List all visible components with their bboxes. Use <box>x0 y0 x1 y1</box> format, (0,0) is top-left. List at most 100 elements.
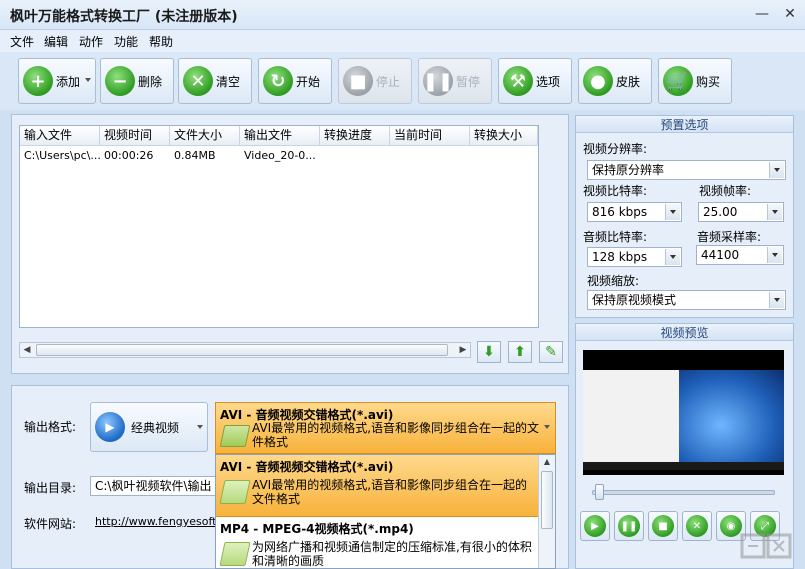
apple-icon: ● <box>583 66 613 96</box>
stop-button[interactable]: ■ 停止 <box>338 58 412 104</box>
tools-icon: ⚒ <box>503 66 533 96</box>
column-header[interactable]: 转换大小 <box>470 126 538 146</box>
options-button[interactable]: ⚒ 选项 <box>498 58 572 104</box>
chevron-down-icon[interactable] <box>665 204 680 220</box>
video-bitrate-value: 816 kbps <box>592 205 648 219</box>
refresh-icon: ↻ <box>263 66 293 96</box>
pause-button[interactable]: ❚❚ 暂停 <box>418 58 492 104</box>
clear-button[interactable]: ✕ 清空 <box>178 58 252 104</box>
table-cell[interactable]: 00:00:26 <box>100 148 170 164</box>
buy-label: 购买 <box>696 74 721 89</box>
menu-action[interactable]: 动作 <box>79 33 103 50</box>
list-item[interactable]: AVI - 音频视频交错格式(*.avi) AVI最常用的视频格式,语音和影像同… <box>216 455 538 517</box>
menu-file[interactable]: 文件 <box>10 33 34 50</box>
buy-button[interactable]: 🛒 购买 <box>658 58 732 104</box>
watermark-logo-icon <box>740 533 792 559</box>
vertical-scrollbar[interactable]: ▲ <box>538 455 555 568</box>
column-header[interactable]: 文件大小 <box>170 126 240 146</box>
column-header[interactable]: 输出文件 <box>240 126 320 146</box>
scroll-left-icon[interactable]: ◀ <box>20 343 34 357</box>
menu-bar: 文件 编辑 动作 功能 帮助 <box>0 30 805 52</box>
framerate-select[interactable]: 25.00 <box>698 202 784 222</box>
preset-title: 预置选项 <box>576 116 793 133</box>
options-label: 选项 <box>536 74 561 89</box>
mute-icon: ✕ <box>686 515 708 537</box>
move-up-button[interactable]: ⬆ <box>508 341 532 363</box>
scroll-right-icon[interactable]: ▶ <box>456 343 470 357</box>
table-cell[interactable]: 0.84MB <box>170 148 240 164</box>
stop-label: 停止 <box>376 74 401 89</box>
delete-button[interactable]: − 删除 <box>100 58 174 104</box>
column-header[interactable]: 视频时间 <box>100 126 170 146</box>
scroll-up-icon[interactable]: ▲ <box>539 455 555 469</box>
scale-select[interactable]: 保持原视频模式 <box>587 290 786 310</box>
format-select[interactable]: AVI - 音频视频交错格式(*.avi) AVI最常用的视频格式,语音和影像同… <box>215 402 556 454</box>
menu-edit[interactable]: 编辑 <box>44 33 68 50</box>
list-item[interactable]: MP4 - MPEG-4视频格式(*.mp4) 为网络广播和视频通信制定的压缩标… <box>216 517 538 568</box>
menu-function[interactable]: 功能 <box>114 33 138 50</box>
preview-window-thumbnail <box>583 370 679 462</box>
format-title: AVI - 音频视频交错格式(*.avi) <box>220 460 394 474</box>
minimize-button[interactable]: — <box>752 4 772 24</box>
pause-preview-button[interactable]: ❚❚ <box>614 511 644 541</box>
chevron-down-icon[interactable] <box>767 204 782 220</box>
file-table[interactable]: 输入文件 视频时间 文件大小 输出文件 转换进度 当前时间 转换大小 C:\Us… <box>19 125 539 328</box>
video-play-icon: ▶ <box>95 412 125 442</box>
website-link[interactable]: http://www.fengyesoft.c <box>95 515 216 528</box>
preview-seek-track[interactable] <box>592 490 775 495</box>
edit-button[interactable]: ✎ <box>539 341 563 363</box>
preview-seek-thumb[interactable] <box>595 484 605 500</box>
framerate-value: 25.00 <box>703 205 738 219</box>
output-dir-field[interactable]: C:\枫叶视频软件\输出 <box>90 476 216 496</box>
play-button[interactable]: ▶ <box>580 511 610 541</box>
stop-icon: ■ <box>343 66 373 96</box>
samplerate-select[interactable]: 44100 <box>696 245 784 265</box>
audio-bitrate-select[interactable]: 128 kbps <box>587 247 682 267</box>
horizontal-scrollbar[interactable]: ◀ ▶ <box>19 342 471 358</box>
format-title: MP4 - MPEG-4视频格式(*.mp4) <box>220 522 414 536</box>
format-dropdown-list[interactable]: AVI - 音频视频交错格式(*.avi) AVI最常用的视频格式,语音和影像同… <box>215 454 556 569</box>
preview-title: 视频预览 <box>576 324 793 341</box>
video-bitrate-select[interactable]: 816 kbps <box>587 202 682 222</box>
move-down-button[interactable]: ⬇ <box>477 341 501 363</box>
table-cell[interactable]: C:\Users\pc\... <box>20 148 100 164</box>
video-preview-screen[interactable] <box>583 350 784 475</box>
chevron-down-icon[interactable] <box>769 292 784 308</box>
video-bitrate-label: 视频比特率: <box>583 184 648 198</box>
minus-icon: − <box>105 66 135 96</box>
chevron-down-icon[interactable] <box>665 249 680 265</box>
pause-label: 暂停 <box>456 74 481 89</box>
skin-button[interactable]: ● 皮肤 <box>578 58 652 104</box>
audio-bitrate-value: 128 kbps <box>592 250 648 264</box>
preview-desktop-thumbnail <box>679 370 784 462</box>
delete-label: 删除 <box>138 74 163 89</box>
start-button[interactable]: ↻ 开始 <box>258 58 332 104</box>
arrow-down-icon: ⬇ <box>483 344 495 360</box>
menu-help[interactable]: 帮助 <box>149 33 173 50</box>
website-label: 软件网站: <box>24 517 77 531</box>
mute-button[interactable]: ✕ <box>682 511 712 541</box>
chevron-down-icon[interactable] <box>769 162 784 178</box>
format-file-icon <box>219 480 251 504</box>
column-header[interactable]: 输入文件 <box>20 126 100 146</box>
column-header[interactable]: 当前时间 <box>390 126 470 146</box>
format-description: AVI最常用的视频格式,语音和影像同步组合在一起的文件格式 <box>252 421 540 449</box>
table-cell[interactable]: Video_20-0... <box>240 148 320 164</box>
start-label: 开始 <box>296 74 321 89</box>
scale-value: 保持原视频模式 <box>592 293 677 307</box>
resolution-select[interactable]: 保持原分辨率 <box>587 160 786 180</box>
play-icon: ▶ <box>584 515 606 537</box>
pause-icon: ❚❚ <box>423 66 453 96</box>
add-button[interactable]: + 添加 <box>18 58 96 104</box>
chevron-down-icon[interactable] <box>767 247 782 263</box>
output-dir-label: 输出目录: <box>24 481 77 495</box>
scroll-thumb[interactable] <box>541 471 553 529</box>
format-category-button[interactable]: ▶ 经典视频 <box>90 402 208 452</box>
close-button[interactable]: ✕ <box>780 4 800 24</box>
column-header[interactable]: 转换进度 <box>320 126 390 146</box>
resolution-label: 视频分辨率: <box>583 142 648 156</box>
format-description: 为网络广播和视频通信制定的压缩标准,有很小的体积和清晰的画质 <box>252 540 532 568</box>
scroll-thumb[interactable] <box>36 344 448 356</box>
format-category-label: 经典视频 <box>131 420 180 435</box>
stop-preview-button[interactable]: ■ <box>648 511 678 541</box>
